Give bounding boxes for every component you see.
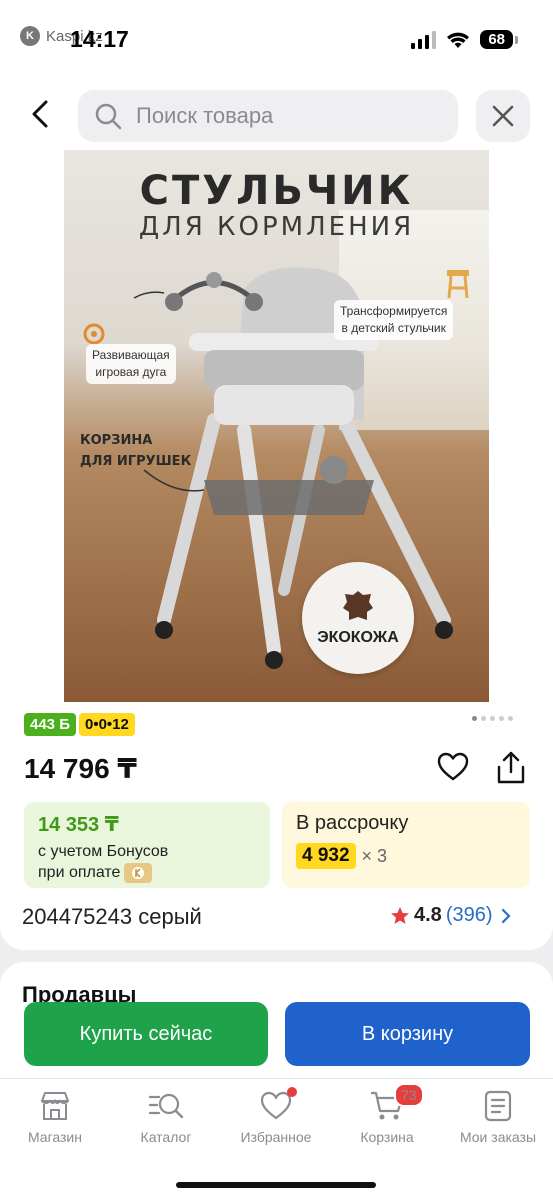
callout-play-arch: Развивающая игровая дуга — [86, 344, 176, 384]
chevron-left-icon — [32, 100, 48, 128]
kaspi-gold-icon — [124, 862, 153, 883]
image-pagination — [472, 716, 513, 721]
search-icon — [95, 103, 122, 130]
add-to-cart-button[interactable]: В корзину — [285, 1002, 530, 1066]
close-icon — [492, 105, 514, 127]
favorite-button[interactable] — [436, 750, 470, 784]
heart-icon — [437, 752, 469, 781]
tab-orders[interactable]: Мои заказы — [443, 1089, 553, 1145]
catalog-search-icon — [148, 1093, 184, 1119]
leather-hide-icon — [343, 591, 373, 620]
close-button[interactable] — [476, 90, 530, 142]
promo-badges: 443 Б 0•0•12 — [24, 713, 135, 736]
callout-transform: Трансформируется в детский стульчик — [334, 300, 454, 340]
eco-leather-badge: ЭКОКОЖА — [302, 562, 414, 674]
rating-value: 4.8 — [414, 904, 442, 926]
signal-icon — [411, 30, 437, 49]
search-header — [0, 80, 553, 150]
product-price: 14 796 ₸ — [24, 753, 137, 784]
orders-list-icon — [484, 1090, 512, 1122]
action-bar: Купить сейчас В корзину — [0, 996, 553, 1078]
share-button[interactable] — [494, 750, 528, 786]
installment-box[interactable]: В рассрочку 4 932 × 3 — [282, 802, 530, 888]
store-icon — [41, 1092, 69, 1120]
cart-count-badge: 73 — [394, 1083, 424, 1107]
tab-shop[interactable]: Магазин — [0, 1089, 110, 1145]
tab-catalog[interactable]: Каталог — [111, 1089, 221, 1145]
share-icon — [497, 751, 525, 784]
tab-favorites[interactable]: Избранное — [221, 1087, 331, 1145]
status-bar: K Kaspi.kz 14:17 68 — [0, 0, 553, 80]
kaspi-app-icon: K — [20, 26, 40, 46]
star-icon — [391, 906, 409, 924]
back-button[interactable] — [22, 94, 62, 134]
favorites-notification-dot — [287, 1087, 297, 1097]
clock: 14:17 — [70, 26, 129, 52]
installment-title: В рассрочку — [296, 812, 409, 834]
callout-basket: КОРЗИНА ДЛЯ ИГРУШЕК — [80, 433, 192, 469]
search-bar[interactable] — [78, 90, 458, 142]
installment-amount: 4 932 — [296, 843, 356, 869]
review-count: (396) — [445, 904, 493, 926]
chevron-right-icon — [501, 908, 511, 923]
product-sku: 204475243 серый — [22, 904, 202, 929]
installment-badge: 0•0•12 — [78, 713, 135, 736]
bonus-price-box[interactable]: 14 353 ₸ с учетом Бонусов при оплате — [24, 802, 270, 888]
bonus-badge: 443 Б — [24, 713, 76, 736]
tab-cart[interactable]: 73 Корзина — [332, 1083, 442, 1145]
rating-link[interactable]: 4.8 (396) — [390, 904, 515, 927]
product-card: СТУЛЬЧИК ДЛЯ КОРМЛЕНИЯ Трансформируется … — [0, 150, 553, 950]
home-indicator — [176, 1182, 376, 1188]
high-chair-illustration — [83, 267, 469, 669]
battery-indicator: 68 — [480, 30, 518, 49]
bonus-price: 14 353 ₸ — [38, 814, 119, 836]
wifi-icon — [447, 32, 470, 48]
buy-now-button[interactable]: Купить сейчас — [24, 1002, 268, 1066]
search-input[interactable] — [136, 103, 416, 129]
product-image[interactable]: СТУЛЬЧИК ДЛЯ КОРМЛЕНИЯ Трансформируется … — [64, 150, 489, 702]
installment-multiplier: × 3 — [361, 845, 388, 866]
